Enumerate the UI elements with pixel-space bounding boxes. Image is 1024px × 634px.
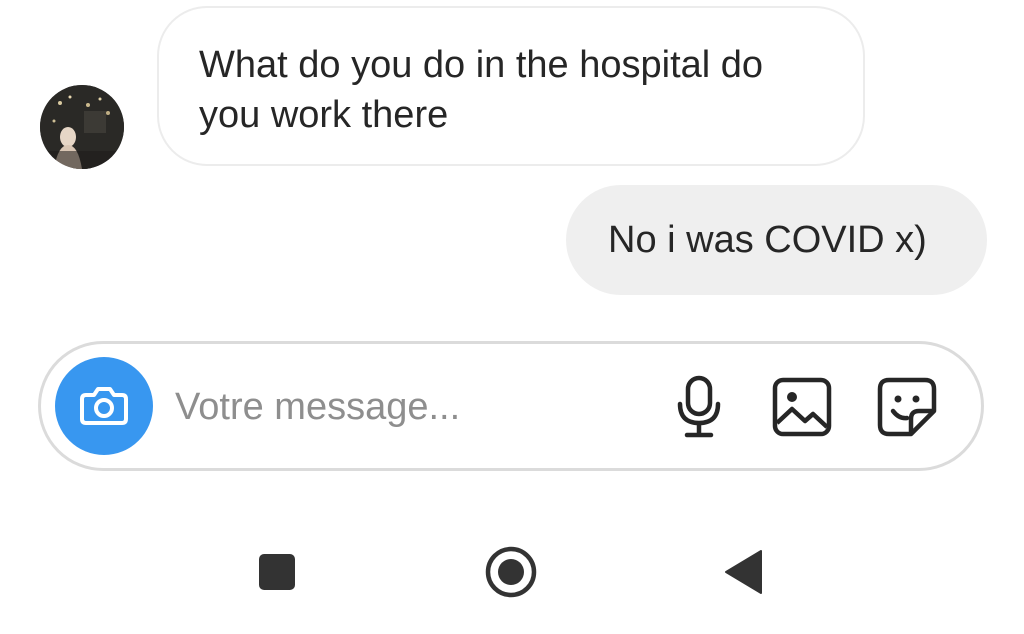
outgoing-message-text: No i was COVID x)	[608, 218, 927, 261]
message-input[interactable]	[175, 374, 645, 440]
incoming-message-text: What do you do in the hospital do you wo…	[199, 44, 764, 136]
recents-button[interactable]	[237, 532, 317, 612]
back-button[interactable]	[704, 532, 784, 612]
voice-message-button[interactable]	[664, 372, 734, 442]
back-icon	[725, 550, 762, 594]
camera-icon	[80, 387, 128, 425]
message-composer	[38, 341, 984, 471]
home-icon	[485, 546, 537, 598]
chat-screen: What do you do in the hospital do you wo…	[0, 0, 1024, 634]
sticker-button[interactable]	[872, 372, 942, 442]
gallery-icon	[772, 377, 832, 437]
camera-button[interactable]	[55, 357, 153, 455]
home-button[interactable]	[471, 532, 551, 612]
contact-avatar[interactable]	[40, 85, 124, 169]
avatar-photo	[40, 85, 124, 169]
microphone-icon	[677, 375, 721, 438]
sticker-icon	[877, 377, 937, 437]
outgoing-message-bubble[interactable]: No i was COVID x)	[566, 185, 987, 295]
gallery-button[interactable]	[767, 372, 837, 442]
incoming-message-bubble[interactable]: What do you do in the hospital do you wo…	[157, 6, 865, 166]
recents-icon	[259, 554, 295, 590]
